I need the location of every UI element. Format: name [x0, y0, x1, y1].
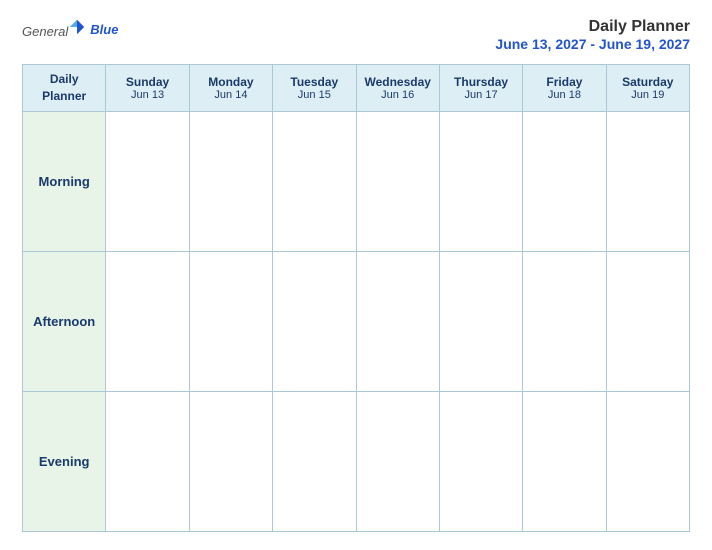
col-header-tuesday: Tuesday Jun 15 — [273, 65, 356, 112]
header-title: Daily Planner June 13, 2027 - June 19, 2… — [495, 18, 690, 52]
afternoon-saturday[interactable] — [606, 251, 689, 391]
page: General Blue Daily Planner June 13, 2027… — [0, 0, 712, 550]
morning-thursday[interactable] — [439, 111, 522, 251]
evening-friday[interactable] — [523, 391, 606, 531]
saturday-name: Saturday — [611, 75, 685, 89]
header: General Blue Daily Planner June 13, 2027… — [22, 18, 690, 52]
sunday-date: Jun 13 — [110, 89, 184, 101]
wednesday-name: Wednesday — [361, 75, 435, 89]
col-header-monday: Monday Jun 14 — [189, 65, 272, 112]
planner-label-1: Daily — [27, 71, 101, 88]
logo-general: General — [22, 24, 68, 39]
evening-monday[interactable] — [189, 391, 272, 531]
afternoon-label: Afternoon — [23, 251, 106, 391]
col-header-saturday: Saturday Jun 19 — [606, 65, 689, 112]
col-header-friday: Friday Jun 18 — [523, 65, 606, 112]
evening-sunday[interactable] — [106, 391, 189, 531]
afternoon-monday[interactable] — [189, 251, 272, 391]
evening-saturday[interactable] — [606, 391, 689, 531]
saturday-date: Jun 19 — [611, 89, 685, 101]
title-main: Daily Planner — [495, 18, 690, 36]
col-header-planner: Daily Planner — [23, 65, 106, 112]
logo-icon — [68, 18, 86, 36]
calendar-header-row: Daily Planner Sunday Jun 13 Monday Jun 1… — [23, 65, 690, 112]
planner-label-2: Planner — [27, 88, 101, 105]
title-date: June 13, 2027 - June 19, 2027 — [495, 36, 690, 52]
logo: General Blue — [22, 18, 118, 41]
row-afternoon: Afternoon — [23, 251, 690, 391]
evening-thursday[interactable] — [439, 391, 522, 531]
afternoon-tuesday[interactable] — [273, 251, 356, 391]
morning-label: Morning — [23, 111, 106, 251]
friday-date: Jun 18 — [527, 89, 601, 101]
afternoon-thursday[interactable] — [439, 251, 522, 391]
afternoon-friday[interactable] — [523, 251, 606, 391]
evening-tuesday[interactable] — [273, 391, 356, 531]
col-header-sunday: Sunday Jun 13 — [106, 65, 189, 112]
friday-name: Friday — [527, 75, 601, 89]
sunday-name: Sunday — [110, 75, 184, 89]
calendar-table: Daily Planner Sunday Jun 13 Monday Jun 1… — [22, 64, 690, 532]
col-header-thursday: Thursday Jun 17 — [439, 65, 522, 112]
thursday-date: Jun 17 — [444, 89, 518, 101]
wednesday-date: Jun 16 — [361, 89, 435, 101]
afternoon-sunday[interactable] — [106, 251, 189, 391]
morning-saturday[interactable] — [606, 111, 689, 251]
row-evening: Evening — [23, 391, 690, 531]
col-header-wednesday: Wednesday Jun 16 — [356, 65, 439, 112]
logo-blue: Blue — [90, 22, 118, 37]
evening-label: Evening — [23, 391, 106, 531]
monday-name: Monday — [194, 75, 268, 89]
logo-text: General — [22, 18, 86, 41]
monday-date: Jun 14 — [194, 89, 268, 101]
morning-friday[interactable] — [523, 111, 606, 251]
evening-wednesday[interactable] — [356, 391, 439, 531]
thursday-name: Thursday — [444, 75, 518, 89]
afternoon-wednesday[interactable] — [356, 251, 439, 391]
tuesday-name: Tuesday — [277, 75, 351, 89]
row-morning: Morning — [23, 111, 690, 251]
morning-sunday[interactable] — [106, 111, 189, 251]
morning-tuesday[interactable] — [273, 111, 356, 251]
morning-wednesday[interactable] — [356, 111, 439, 251]
morning-monday[interactable] — [189, 111, 272, 251]
tuesday-date: Jun 15 — [277, 89, 351, 101]
